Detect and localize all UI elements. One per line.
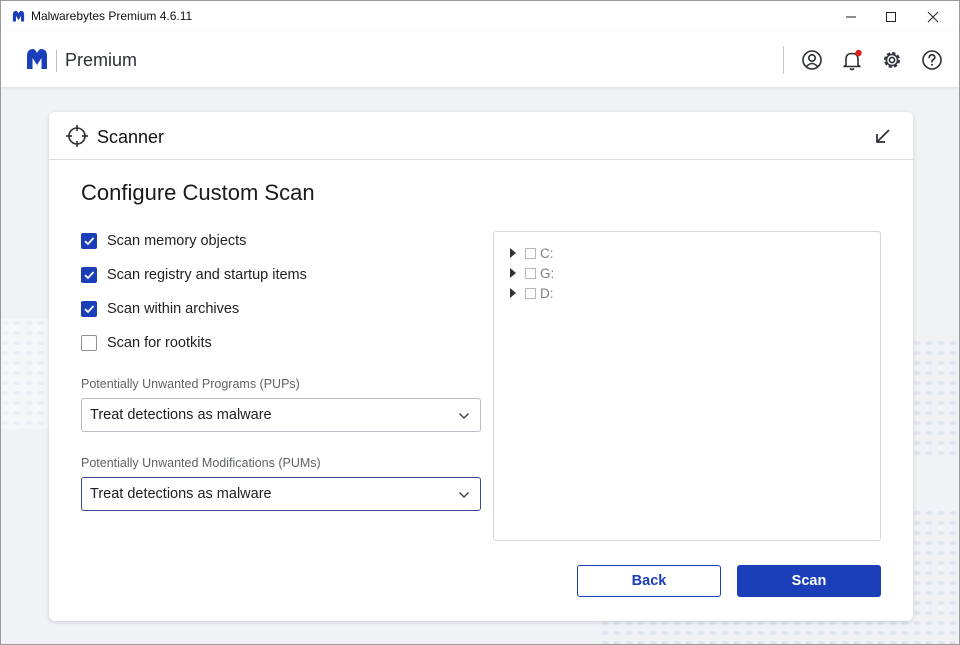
settings-button[interactable] <box>880 48 904 72</box>
option-label: Scan registry and startup items <box>107 267 307 283</box>
settings-gear-icon <box>884 52 900 68</box>
chevron-down-icon <box>459 413 469 419</box>
title-bar: Malwarebytes Premium 4.6.11 <box>1 1 959 32</box>
option-scan-rootkits[interactable]: Scan for rootkits <box>81 333 212 353</box>
option-label: Scan for rootkits <box>107 335 212 351</box>
checkmark-icon <box>84 271 95 280</box>
expand-arrow-icon[interactable] <box>508 247 518 259</box>
checkmark-icon <box>84 305 95 314</box>
maximize-button[interactable] <box>871 1 911 32</box>
malwarebytes-logo-icon <box>12 10 25 22</box>
option-scan-registry[interactable]: Scan registry and startup items <box>81 265 307 285</box>
minimize-button[interactable] <box>831 1 871 32</box>
brand-logo-icon <box>27 49 47 69</box>
pups-select-value: Treat detections as malware <box>90 407 272 423</box>
pums-label: Potentially Unwanted Modifications (PUMs… <box>81 456 321 470</box>
product-name: Premium <box>65 50 138 70</box>
expand-arrow-icon[interactable] <box>508 287 518 299</box>
help-icon <box>922 50 942 70</box>
account-button[interactable] <box>800 48 824 72</box>
checkbox-unchecked[interactable] <box>81 335 97 351</box>
notifications-bell-icon <box>843 49 862 71</box>
card-header: Scanner <box>49 112 913 160</box>
app-window: Malwarebytes Premium 4.6.11 Premium Scan… <box>0 0 960 645</box>
pums-select[interactable]: Treat detections as malware <box>81 477 481 511</box>
drive-checkbox[interactable] <box>525 267 536 279</box>
card-title: Scanner <box>97 127 165 147</box>
checkmark-icon <box>84 237 95 246</box>
checkbox-checked[interactable] <box>81 267 97 283</box>
option-scan-memory[interactable]: Scan memory objects <box>81 231 246 251</box>
drive-label: D: <box>540 285 554 301</box>
collapse-arrow-icon <box>876 129 890 143</box>
drive-checkbox[interactable] <box>525 247 536 259</box>
expand-arrow-icon[interactable] <box>508 267 518 279</box>
checkbox-checked[interactable] <box>81 233 97 249</box>
drive-row[interactable]: D: <box>508 284 554 302</box>
help-button[interactable] <box>920 48 944 72</box>
drive-label: G: <box>540 265 555 281</box>
back-button[interactable]: Back <box>577 565 721 597</box>
drive-row[interactable]: C: <box>508 244 554 262</box>
pups-label: Potentially Unwanted Programs (PUPs) <box>81 377 300 391</box>
maximize-icon <box>886 11 896 22</box>
option-label: Scan memory objects <box>107 233 247 249</box>
close-button[interactable] <box>913 1 953 32</box>
account-icon <box>802 50 822 70</box>
page-heading: Configure Custom Scan <box>81 180 315 205</box>
minimize-icon <box>846 16 856 17</box>
header-divider <box>783 46 784 74</box>
drive-row[interactable]: G: <box>508 264 554 282</box>
scanner-card: Scanner Configure Custom Scan Scan memor… <box>49 112 913 621</box>
pups-select[interactable]: Treat detections as malware <box>81 398 481 432</box>
notifications-button[interactable] <box>840 48 864 72</box>
option-label: Scan within archives <box>107 301 240 317</box>
pums-select-value: Treat detections as malware <box>90 486 272 502</box>
brand-separator <box>56 50 57 72</box>
scan-button[interactable]: Scan <box>737 565 881 597</box>
close-icon <box>927 11 939 22</box>
chevron-down-icon <box>459 492 469 498</box>
crosshair-icon <box>66 125 88 147</box>
collapse-button[interactable] <box>873 126 893 146</box>
app-header: Premium <box>1 32 959 88</box>
option-scan-archives[interactable]: Scan within archives <box>81 299 239 319</box>
window-title: Malwarebytes Premium 4.6.11 <box>31 9 193 23</box>
drive-label: C: <box>540 245 554 261</box>
checkbox-checked[interactable] <box>81 301 97 317</box>
drive-checkbox[interactable] <box>525 287 536 299</box>
drive-tree: C: G: D: <box>493 231 881 541</box>
